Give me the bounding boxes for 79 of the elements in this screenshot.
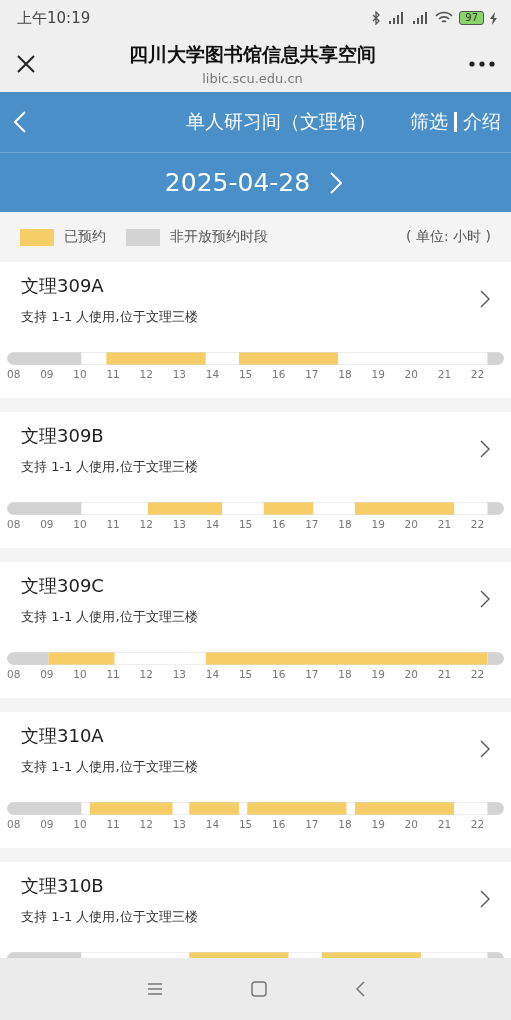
page-title: 四川大学图书馆信息共享空间 [129, 42, 376, 67]
hour-label: 14 [205, 668, 220, 680]
hour-label: 19 [371, 668, 385, 680]
hour-label: 11 [106, 818, 120, 830]
legend-label: 非开放预约时段 [170, 228, 268, 246]
hour-label: 20 [404, 518, 418, 530]
hour-label: 18 [338, 368, 352, 380]
hour-label: 15 [238, 668, 253, 680]
hour-label: 12 [139, 518, 153, 530]
hour-label: 11 [106, 518, 120, 530]
hour-label: 08 [7, 818, 21, 830]
hour-label: 17 [305, 368, 319, 380]
hour-label: 22 [470, 818, 485, 830]
hour-label: 17 [305, 818, 319, 830]
hour-label: 15 [238, 818, 253, 830]
hour-label: 16 [272, 518, 286, 530]
hour-label: 14 [205, 818, 220, 830]
hour-label: 12 [139, 818, 153, 830]
hour-label: 08 [7, 368, 21, 380]
nav-title: 单人研习间（文理馆） [185, 109, 376, 134]
hour-label: 09 [40, 668, 54, 680]
room-name: 文理309B [21, 424, 105, 448]
hour-label: 22 [470, 668, 485, 680]
status-time: 上午10:19 [17, 8, 91, 28]
hour-label: 10 [73, 368, 87, 380]
hour-label: 18 [338, 818, 352, 830]
room-description: 支持 1-1 人使用,位于文理三楼 [21, 758, 199, 776]
date-label: 2025-04-28 [164, 168, 311, 197]
hour-label: 09 [40, 518, 54, 530]
hour-label: 19 [371, 818, 385, 830]
hour-label: 17 [305, 668, 319, 680]
hour-label: 11 [106, 668, 120, 680]
room-name: 文理309C [21, 574, 105, 598]
hour-label: 22 [470, 518, 485, 530]
hour-label: 21 [437, 668, 452, 680]
hour-label: 20 [404, 668, 418, 680]
hour-label: 21 [437, 368, 452, 380]
hour-label: 13 [172, 518, 187, 530]
hour-label: 12 [139, 368, 153, 380]
hour-label: 12 [139, 668, 153, 680]
hour-label: 13 [172, 668, 187, 680]
room-description: 支持 1-1 人使用,位于文理三楼 [21, 908, 199, 926]
hour-label: 18 [338, 518, 352, 530]
room-name: 文理310B [21, 874, 105, 898]
hour-label: 22 [470, 368, 485, 380]
hour-label: 14 [205, 518, 220, 530]
room-description: 支持 1-1 人使用,位于文理三楼 [21, 458, 199, 476]
hour-label: 09 [40, 818, 54, 830]
hour-label: 18 [338, 668, 352, 680]
room-description: 支持 1-1 人使用,位于文理三楼 [21, 308, 199, 326]
hour-label: 19 [371, 518, 385, 530]
hour-label: 15 [238, 518, 253, 530]
hour-label: 14 [205, 368, 220, 380]
hour-label: 09 [40, 368, 54, 380]
hour-label: 13 [172, 368, 187, 380]
hour-label: 08 [7, 668, 21, 680]
hour-label: 16 [272, 368, 286, 380]
hour-label: 13 [172, 818, 187, 830]
hour-label: 10 [73, 818, 87, 830]
hour-label: 19 [371, 368, 385, 380]
page-url: libic.scu.edu.cn [202, 71, 303, 86]
hour-label: 20 [404, 368, 418, 380]
hour-label: 08 [7, 518, 21, 530]
hour-label: 17 [305, 518, 319, 530]
hour-label: 16 [272, 668, 286, 680]
hour-label: 21 [437, 518, 452, 530]
hour-label: 10 [73, 668, 87, 680]
unit-label: ( 单位: 小时 ) [406, 228, 491, 246]
hour-label: 15 [238, 368, 253, 380]
hour-label: 10 [73, 518, 87, 530]
battery-level: 97 [459, 11, 484, 25]
hour-label: 16 [272, 818, 286, 830]
legend-label: 已预约 [64, 228, 106, 246]
hour-label: 21 [437, 818, 452, 830]
hour-label: 20 [404, 818, 418, 830]
room-name: 文理310A [21, 724, 105, 748]
room-name: 文理309A [21, 274, 105, 298]
hour-label: 11 [106, 368, 120, 380]
room-description: 支持 1-1 人使用,位于文理三楼 [21, 608, 199, 626]
